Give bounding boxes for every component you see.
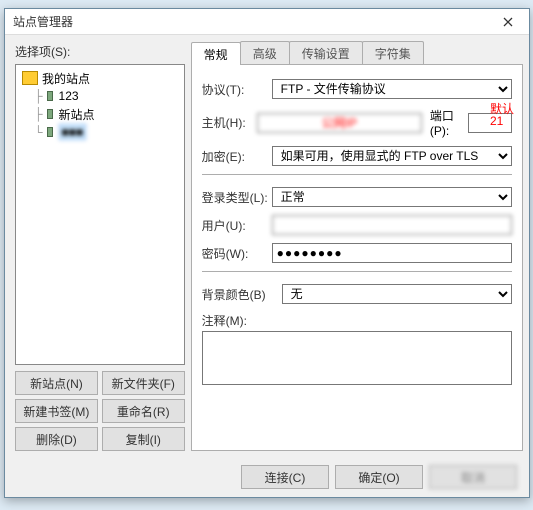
login-type-select[interactable]: 正常 [272, 187, 512, 207]
comments-textarea[interactable] [202, 331, 512, 385]
password-input[interactable] [272, 243, 512, 263]
content: 选择项(S): 我的站点 ├ 123 ├ 新站点 └ [5, 35, 529, 457]
tree-site-item-selected[interactable]: └ ■■■ [18, 123, 182, 141]
close-icon [503, 17, 513, 27]
host-label: 主机(H): [202, 114, 257, 131]
comments-label: 注释(M): [202, 312, 272, 329]
left-panel: 选择项(S): 我的站点 ├ 123 ├ 新站点 └ [5, 35, 191, 457]
tree-site-item[interactable]: ├ 新站点 [18, 105, 182, 123]
tree-site-item[interactable]: ├ 123 [18, 87, 182, 105]
bgcolor-label: 背景颜色(B) [202, 286, 282, 303]
copy-button[interactable]: 复制(I) [102, 427, 185, 451]
tab-advanced[interactable]: 高级 [240, 41, 290, 64]
rename-button[interactable]: 重命名(R) [102, 399, 185, 423]
tab-charset[interactable]: 字符集 [362, 41, 424, 64]
new-folder-button[interactable]: 新文件夹(F) [102, 371, 185, 395]
server-icon [47, 127, 53, 137]
login-type-label: 登录类型(L): [202, 189, 272, 206]
server-icon [47, 91, 53, 101]
folder-icon [22, 71, 38, 85]
protocol-select[interactable]: FTP - 文件传输协议 [272, 79, 512, 99]
port-label: 端口(P): [430, 107, 464, 138]
cancel-button[interactable]: 取消 [429, 465, 517, 489]
user-label: 用户(U): [202, 217, 272, 234]
delete-button[interactable]: 删除(D) [15, 427, 98, 451]
tree-root[interactable]: 我的站点 [18, 69, 182, 87]
port-input[interactable] [468, 113, 512, 133]
tab-bar: 常规 高级 传输设置 字符集 [191, 41, 523, 65]
tree-label: 123 [59, 89, 79, 103]
divider [202, 271, 512, 272]
ok-button[interactable]: 确定(O) [335, 465, 423, 489]
host-input[interactable] [257, 113, 422, 133]
tab-page-general: 协议(T): FTP - 文件传输协议 主机(H): 端口(P): 默认 21 … [191, 65, 523, 451]
new-site-button[interactable]: 新站点(N) [15, 371, 98, 395]
close-button[interactable] [493, 12, 523, 32]
window-title: 站点管理器 [13, 13, 493, 30]
site-tree[interactable]: 我的站点 ├ 123 ├ 新站点 └ ■■■ [15, 64, 185, 365]
password-label: 密码(W): [202, 245, 272, 262]
server-icon [47, 109, 53, 119]
left-button-grid: 新站点(N) 新文件夹(F) 新建书签(M) 重命名(R) 删除(D) 复制(I… [15, 371, 185, 451]
right-panel: 常规 高级 传输设置 字符集 协议(T): FTP - 文件传输协议 主机(H)… [191, 35, 529, 457]
encryption-select[interactable]: 如果可用，使用显式的 FTP over TLS [272, 146, 512, 166]
tab-transfer[interactable]: 传输设置 [289, 41, 363, 64]
tree-label: 新站点 [59, 106, 95, 123]
protocol-label: 协议(T): [202, 81, 272, 98]
encryption-label: 加密(E): [202, 148, 272, 165]
footer: 连接(C) 确定(O) 取消 [5, 457, 529, 497]
select-entry-label: 选择项(S): [15, 43, 185, 60]
divider [202, 174, 512, 175]
site-manager-window: 站点管理器 选择项(S): 我的站点 ├ 123 ├ 新 [4, 8, 530, 498]
bgcolor-select[interactable]: 无 [282, 284, 512, 304]
connect-button[interactable]: 连接(C) [241, 465, 329, 489]
tab-general[interactable]: 常规 [191, 42, 241, 65]
tree-label: 我的站点 [42, 70, 90, 87]
tree-label: ■■■ [59, 124, 87, 140]
new-bookmark-button[interactable]: 新建书签(M) [15, 399, 98, 423]
user-input[interactable] [272, 215, 512, 235]
titlebar: 站点管理器 [5, 9, 529, 35]
